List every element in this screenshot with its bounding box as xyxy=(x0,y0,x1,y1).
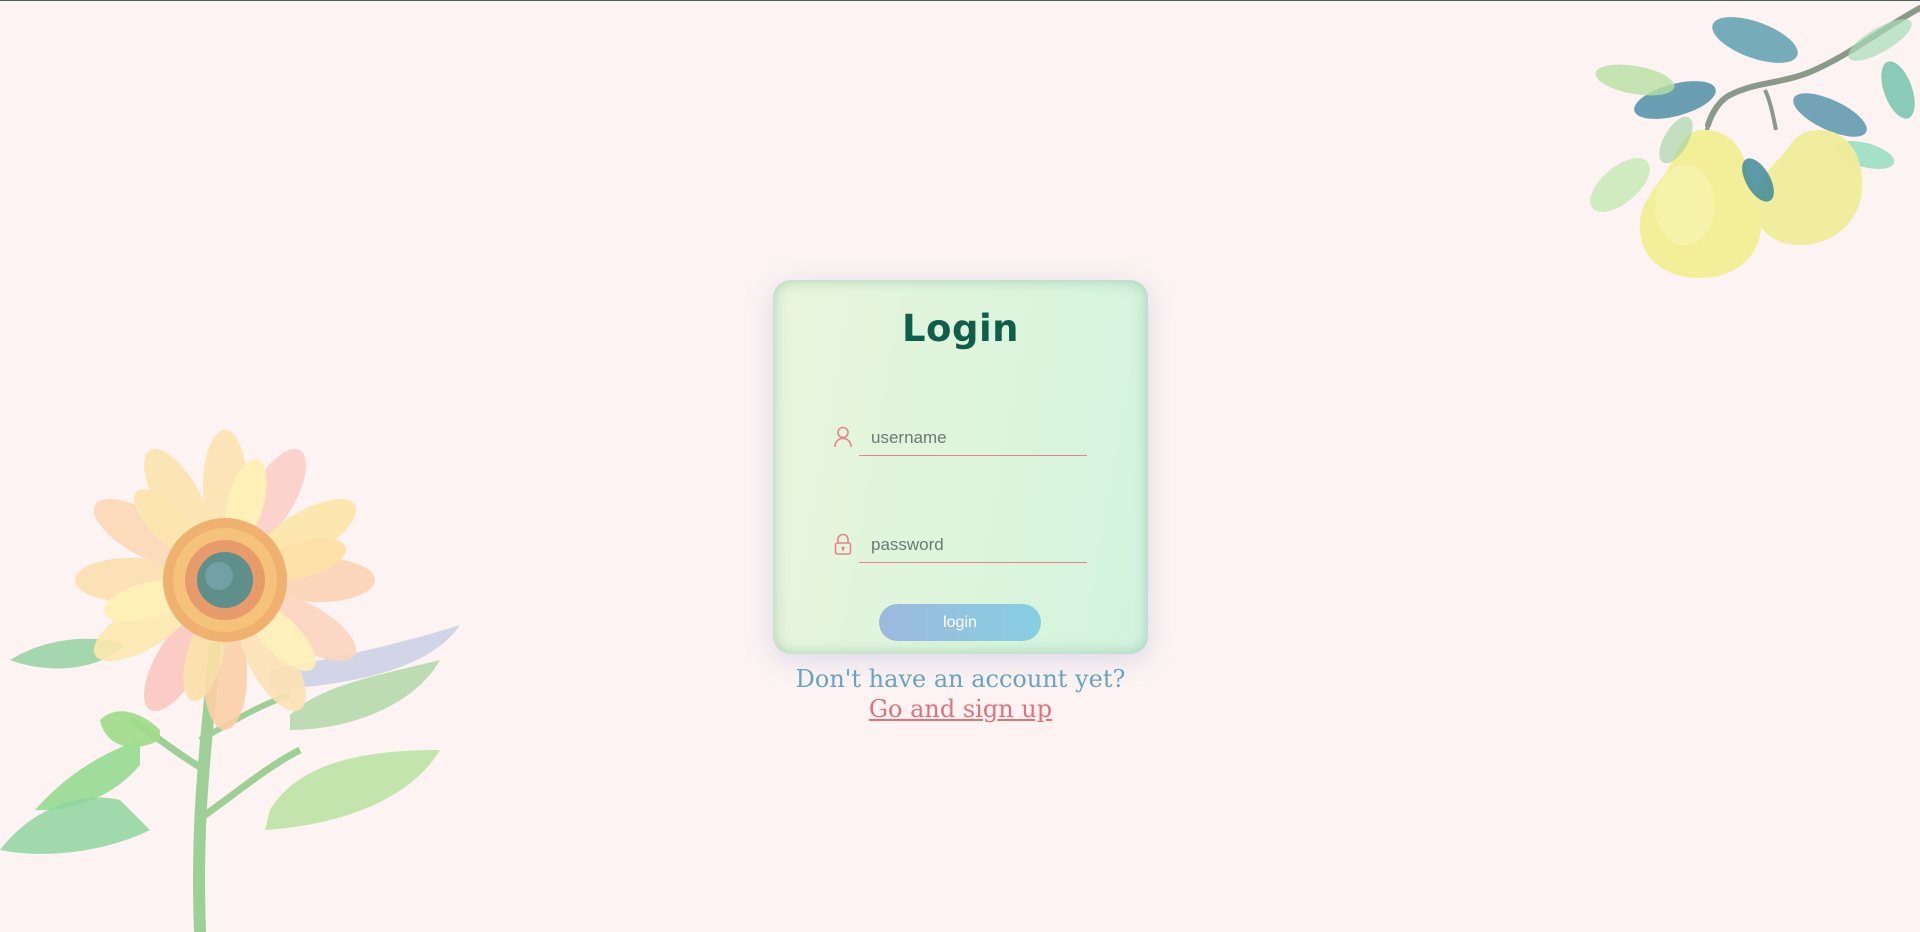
pear-branch-illustration xyxy=(1590,5,1920,278)
username-input[interactable] xyxy=(859,420,1087,456)
sunflower-illustration xyxy=(0,430,460,932)
lock-icon xyxy=(834,533,852,555)
login-title: Login xyxy=(901,307,1019,350)
signup-prompt: Don't have an account yet? xyxy=(795,665,1126,693)
password-input[interactable] xyxy=(859,527,1087,563)
signup-link-container: Go and sign up xyxy=(773,694,1148,724)
user-icon xyxy=(834,426,852,448)
login-button[interactable]: login xyxy=(879,604,1041,641)
signup-link[interactable]: Go and sign up xyxy=(869,695,1052,723)
password-field xyxy=(833,527,1089,567)
login-card: Login login xyxy=(773,280,1148,654)
username-field xyxy=(833,420,1089,460)
